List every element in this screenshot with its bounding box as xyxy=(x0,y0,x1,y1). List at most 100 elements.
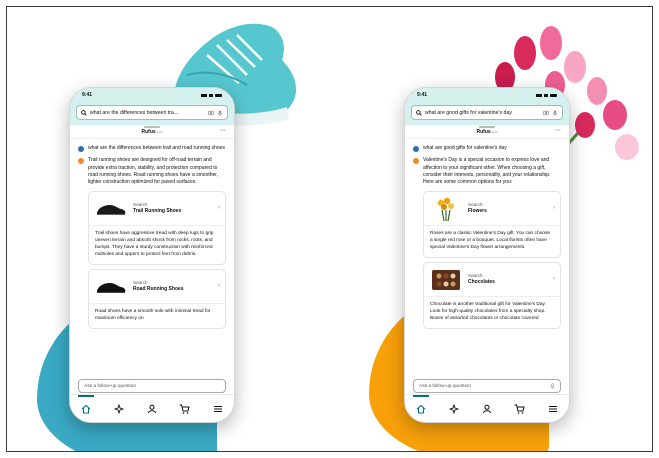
card-description: Roses are a classic Valentine's Day gift… xyxy=(430,231,551,251)
user-message: what are good gifts for valentine's day xyxy=(413,145,561,152)
chevron-right-icon: › xyxy=(218,205,220,212)
rufus-icon[interactable] xyxy=(446,401,462,417)
user-question: what are the differences between trail a… xyxy=(88,145,225,151)
drag-handle[interactable] xyxy=(144,126,160,128)
assistant-name: Rufus xyxy=(476,128,491,135)
card-text: Search Road Running Shoes xyxy=(133,280,213,294)
followup-placeholder: Ask a follow-up question xyxy=(419,383,471,389)
cart-icon[interactable] xyxy=(512,401,528,417)
assistant-beta-badge: beta xyxy=(491,129,498,134)
search-icon xyxy=(416,109,422,116)
status-icons xyxy=(536,93,557,97)
card-text: Search Trail Running Shoes xyxy=(133,202,213,216)
rufus-avatar-icon xyxy=(78,158,84,165)
status-time: 9:41 xyxy=(82,92,93,98)
chevron-right-icon: › xyxy=(553,205,555,212)
status-icons xyxy=(201,93,222,97)
menu-icon[interactable] xyxy=(545,401,561,417)
card-title: Road Running Shoes xyxy=(133,286,184,293)
trail-shoe-icon xyxy=(97,204,126,215)
rufus-icon[interactable] xyxy=(111,401,127,417)
phone-left: 9:41 what are the differences between tr… xyxy=(69,87,235,423)
product-thumbnail xyxy=(94,275,128,299)
home-icon[interactable] xyxy=(413,394,430,417)
card-description: Road shoes have a smooth sole with minim… xyxy=(95,309,211,322)
more-icon[interactable]: ··· xyxy=(555,128,561,134)
mic-icon[interactable] xyxy=(217,110,223,116)
chat-thread: what are the differences between trail a… xyxy=(70,139,234,329)
card-title: Chocolates xyxy=(468,279,495,286)
search-query: what are the differences between tra... xyxy=(90,109,179,116)
search-input[interactable]: what are the differences between tra... xyxy=(76,105,228,120)
card-text: Search Flowers xyxy=(468,202,548,216)
account-icon[interactable] xyxy=(144,401,160,417)
flowers-icon xyxy=(437,197,454,221)
card-search-label: Search xyxy=(133,279,148,285)
search-query: what are good gifts for valentine's day xyxy=(425,109,512,116)
card-title: Trail Running Shoes xyxy=(133,208,182,215)
suggestion-card: Search Trail Running Shoes › Trail shoes… xyxy=(88,191,226,266)
user-question: what are good gifts for valentine's day xyxy=(423,145,507,151)
suggestion-card: Search Road Running Shoes › Road shoes h… xyxy=(88,269,226,329)
more-icon[interactable]: ··· xyxy=(220,128,226,134)
road-shoe-icon xyxy=(97,282,126,293)
suggestion-card: Search Chocolates › Chocolate is another… xyxy=(423,262,561,329)
ai-message: Trail running shoes are designed for off… xyxy=(78,157,226,186)
followup-placeholder: Ask a follow-up question xyxy=(84,383,136,389)
card-search-label: Search xyxy=(133,201,148,207)
product-thumbnail xyxy=(429,197,463,221)
user-avatar-icon xyxy=(413,146,419,152)
search-suggestion-button[interactable]: Search Flowers › xyxy=(424,192,560,227)
search-suggestion-button[interactable]: Search Road Running Shoes › xyxy=(89,270,225,305)
drag-handle[interactable] xyxy=(479,126,495,128)
user-message: what are the differences between trail a… xyxy=(78,145,226,152)
status-bar: 9:41 xyxy=(70,88,234,102)
menu-icon[interactable] xyxy=(210,401,226,417)
status-time: 9:41 xyxy=(417,92,428,98)
chevron-right-icon: › xyxy=(218,283,220,290)
chevron-right-icon: › xyxy=(553,276,555,283)
account-icon[interactable] xyxy=(479,401,495,417)
search-input[interactable]: what are good gifts for valentine's day xyxy=(411,105,563,120)
cart-icon[interactable] xyxy=(177,401,193,417)
rufus-avatar-icon xyxy=(413,158,419,165)
user-avatar-icon xyxy=(78,146,84,152)
camera-icon[interactable] xyxy=(208,110,214,116)
card-title: Flowers xyxy=(468,208,487,215)
scroll-fade xyxy=(405,359,569,377)
status-bar: 9:41 xyxy=(405,88,569,102)
ai-intro-text: Valentine's Day is a special occasion to… xyxy=(423,157,551,185)
bottom-nav xyxy=(405,394,569,422)
search-icon xyxy=(81,109,87,116)
search-area: what are good gifts for valentine's day xyxy=(405,102,569,125)
assistant-beta-badge: beta xyxy=(156,129,163,134)
assistant-name: Rufus xyxy=(141,128,156,135)
card-description: Chocolate is another traditional gift fo… xyxy=(430,302,546,322)
assistant-header: Rufus beta ··· xyxy=(405,125,569,139)
card-description: Trail shoes have aggressive tread with d… xyxy=(95,231,214,258)
home-icon[interactable] xyxy=(78,394,95,417)
search-suggestion-button[interactable]: Search Trail Running Shoes › xyxy=(89,192,225,227)
search-suggestion-button[interactable]: Search Chocolates › xyxy=(424,263,560,298)
mic-icon[interactable] xyxy=(550,383,555,389)
search-area: what are the differences between tra... xyxy=(70,102,234,125)
followup-input[interactable]: Ask a follow-up question xyxy=(78,379,226,393)
ai-message: Valentine's Day is a special occasion to… xyxy=(413,157,561,186)
phone-right: 9:41 what are good gifts for valentine's… xyxy=(404,87,570,423)
mic-icon[interactable] xyxy=(552,110,558,116)
suggestion-card: Search Flowers › Roses are a classic Val… xyxy=(423,191,561,259)
card-text: Search Chocolates xyxy=(468,273,548,287)
followup-input[interactable]: Ask a follow-up question xyxy=(413,379,561,393)
screenshot-frame: 9:41 what are the differences between tr… xyxy=(6,6,653,452)
card-search-label: Search xyxy=(468,272,483,278)
ai-intro-text: Trail running shoes are designed for off… xyxy=(88,157,219,185)
product-thumbnail xyxy=(429,268,463,292)
scroll-fade xyxy=(70,359,234,377)
product-thumbnail xyxy=(94,197,128,221)
card-search-label: Search xyxy=(468,201,483,207)
camera-icon[interactable] xyxy=(543,110,549,116)
bottom-nav xyxy=(70,394,234,422)
chat-thread: what are good gifts for valentine's day … xyxy=(405,139,569,329)
chocolates-icon xyxy=(432,269,460,290)
assistant-header: Rufus beta ··· xyxy=(70,125,234,139)
